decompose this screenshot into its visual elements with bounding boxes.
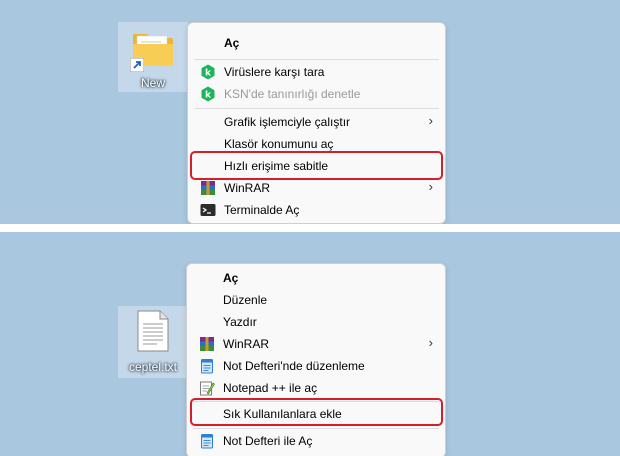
menu-item-open[interactable]: Aç [194, 32, 439, 54]
menu-item-label: WinRAR [224, 181, 271, 195]
highlight-add-to-favorites [190, 398, 443, 426]
kaspersky-icon: k [201, 64, 215, 80]
menu-item-print[interactable]: Yazdır [193, 311, 439, 333]
menu-item-label: Virüslere karşı tara [224, 65, 325, 79]
desktop-icon-label: New [140, 76, 165, 90]
svg-text:k: k [205, 69, 212, 79]
menu-item-open[interactable]: Aç [193, 267, 439, 289]
menu-item-label: Not Defteri'nde düzenleme [223, 359, 365, 373]
desktop-bottom: ceptel.txt Aç Düzenle Yazdır WinRAR › No… [0, 232, 620, 456]
menu-item-scan-virus[interactable]: k Virüslere karşı tara [194, 61, 439, 83]
desktop-top: New Aç k Virüslere karşı tara k KSN'de t… [0, 0, 620, 224]
context-menu-bottom: Aç Düzenle Yazdır WinRAR › Not Defteri'n… [186, 263, 446, 456]
winrar-icon [201, 181, 215, 195]
desktop-file-ceptel[interactable]: ceptel.txt [118, 306, 188, 378]
menu-item-label: Aç [224, 36, 240, 50]
menu-item-label: Terminalde Aç [224, 203, 300, 217]
desktop-icon-label: ceptel.txt [128, 360, 178, 374]
menu-separator [194, 108, 439, 109]
menu-item-label: Notepad ++ ile aç [223, 381, 318, 395]
menu-item-label: Yazdır [223, 315, 257, 329]
menu-item-label: Grafik işlemciyle çalıştır [224, 115, 351, 129]
menu-item-open-with-notepad[interactable]: Not Defteri ile Aç [193, 430, 439, 452]
menu-item-edit[interactable]: Düzenle [193, 289, 439, 311]
menu-separator [194, 59, 439, 60]
winrar-icon [200, 337, 214, 351]
highlight-pin-quick-access [190, 151, 443, 180]
menu-item-winrar[interactable]: WinRAR › [193, 333, 439, 355]
shortcut-arrow-icon [130, 58, 144, 72]
chevron-right-icon: › [428, 335, 433, 350]
menu-item-open-with-notepadpp[interactable]: Notepad ++ ile aç [193, 377, 439, 399]
menu-item-run-gpu[interactable]: Grafik işlemciyle çalıştır › [194, 111, 439, 133]
menu-separator [193, 428, 439, 429]
notepadpp-icon [200, 381, 215, 396]
terminal-icon [200, 204, 216, 216]
chevron-right-icon: › [428, 113, 433, 128]
menu-item-label: KSN'de tanınırlığı denetle [224, 87, 361, 101]
menu-item-label: WinRAR [223, 337, 270, 351]
menu-item-edit-in-notepad[interactable]: Not Defteri'nde düzenleme [193, 355, 439, 377]
menu-item-open-in-terminal[interactable]: Terminalde Aç [194, 199, 439, 221]
notepad-icon [201, 434, 213, 449]
menu-item-ksn-check[interactable]: k KSN'de tanınırlığı denetle [194, 83, 439, 105]
kaspersky-icon: k [201, 86, 215, 102]
menu-item-label: Not Defteri ile Aç [223, 434, 313, 448]
notepad-icon [201, 359, 213, 374]
desktop-folder-new[interactable]: New [118, 22, 188, 92]
svg-text:k: k [205, 91, 212, 101]
menu-item-label: Klasör konumunu aç [224, 137, 334, 151]
context-menu-top: Aç k Virüslere karşı tara k KSN'de tanın… [187, 22, 446, 224]
chevron-right-icon: › [428, 179, 433, 194]
text-file-icon [137, 310, 169, 352]
menu-item-label: Düzenle [223, 293, 268, 307]
menu-item-winrar[interactable]: WinRAR › [194, 177, 439, 199]
menu-item-label: Aç [223, 271, 239, 285]
